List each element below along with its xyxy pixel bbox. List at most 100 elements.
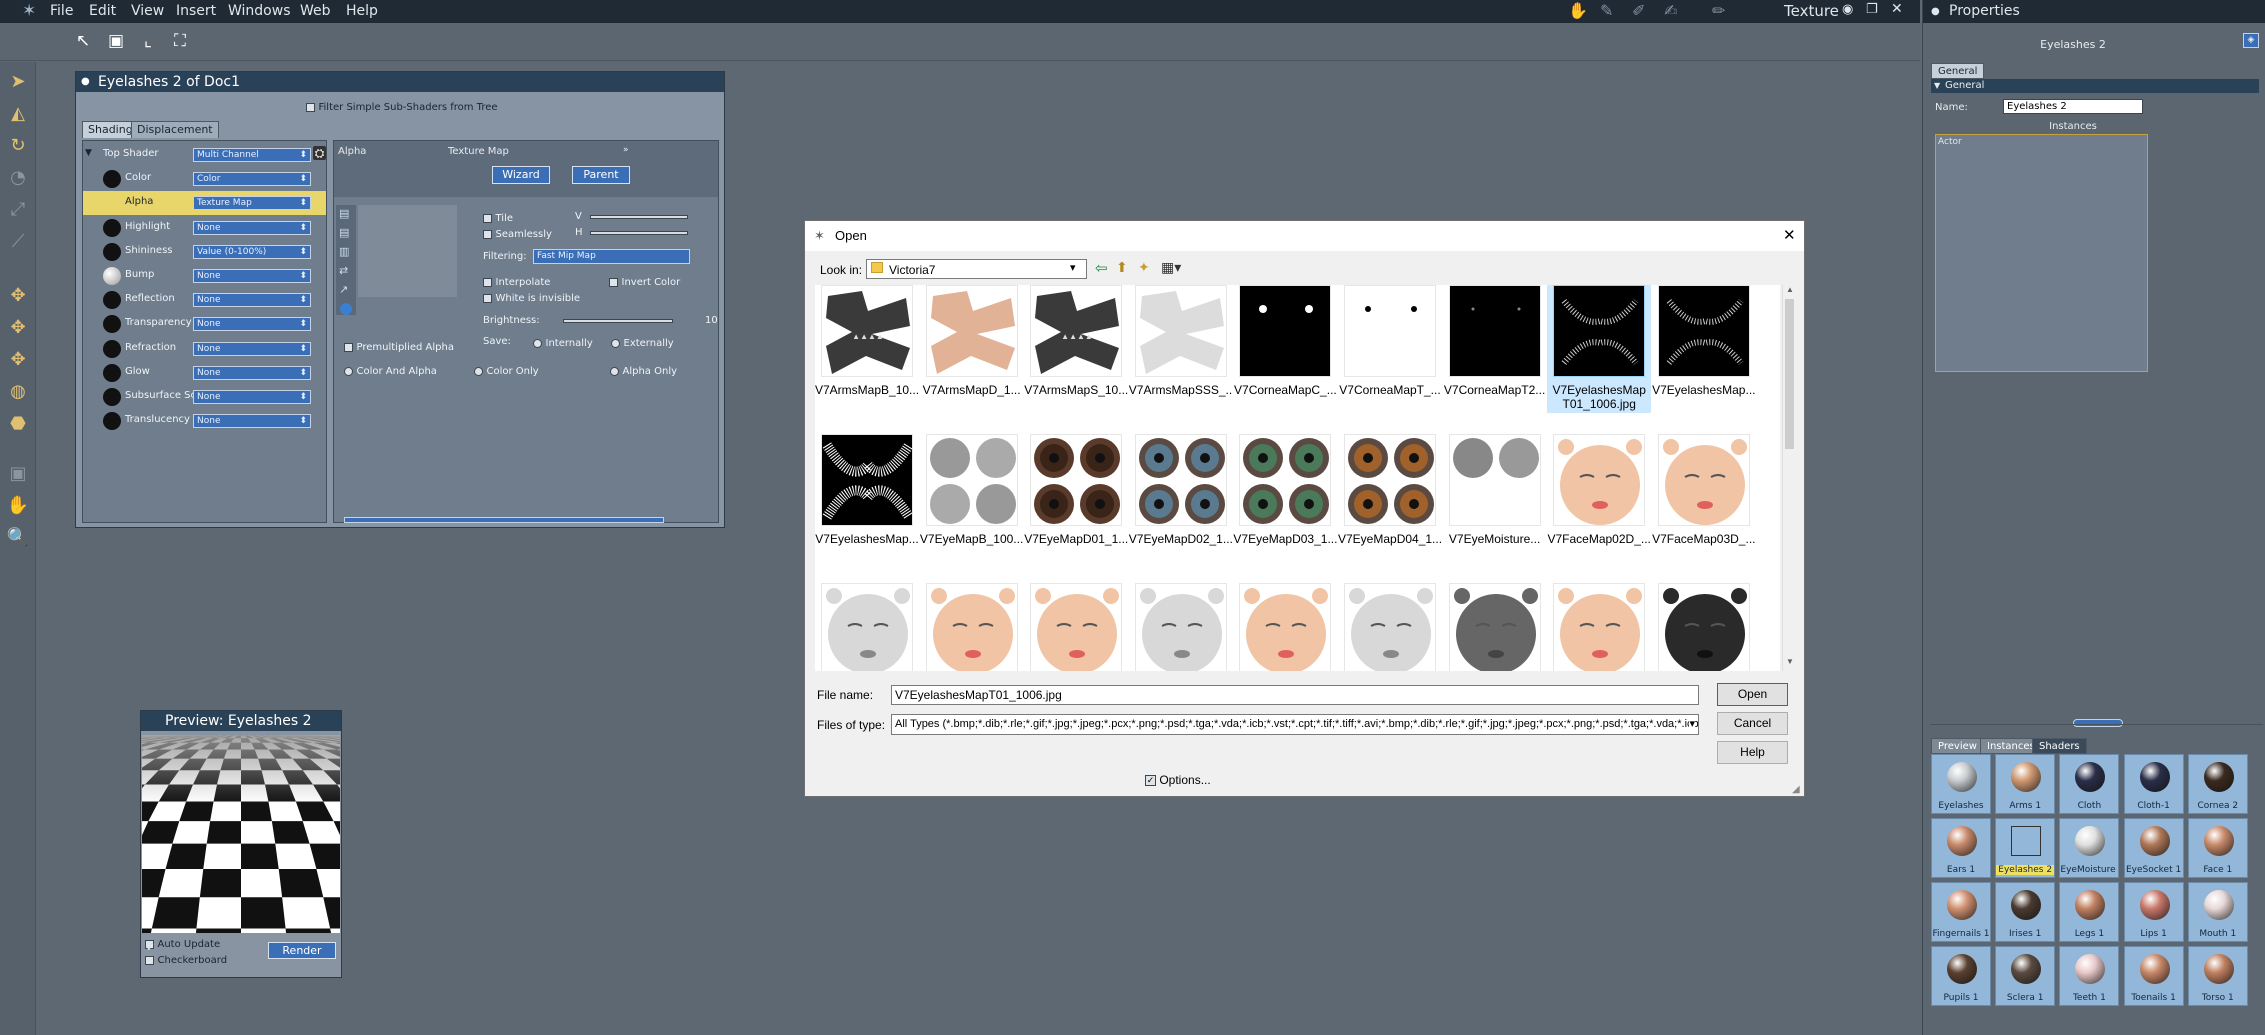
camera-icon[interactable]: ▣ xyxy=(6,462,30,486)
look-in-dropdown[interactable]: Victoria7 ▾ xyxy=(866,259,1087,279)
expand-triangle-icon[interactable]: ▼ xyxy=(85,148,92,158)
channel-dropdown[interactable]: None xyxy=(193,317,311,332)
tab-displacement[interactable]: Displacement xyxy=(131,121,219,138)
wizard-button[interactable]: Wizard xyxy=(492,166,550,184)
scroll-up-icon[interactable]: ▲ xyxy=(1786,285,1794,294)
pan-hand-icon[interactable]: ✋ xyxy=(6,494,30,518)
scroll-down-icon[interactable]: ▼ xyxy=(1786,657,1794,666)
premultiplied-row[interactable]: Premultiplied Alpha xyxy=(344,340,454,353)
file-thumbnail[interactable]: V7EyeMapB_100... xyxy=(920,434,1024,546)
properties-titlebar[interactable]: ● Properties xyxy=(1923,0,2265,23)
file-name-input[interactable]: V7EyelashesMapT01_1006.jpg xyxy=(891,685,1699,705)
room-brush-icon[interactable]: ✍ xyxy=(1664,1,1677,20)
shader-channel-row[interactable]: Translucency None xyxy=(83,409,326,433)
shader-swatch[interactable]: Ears 1 xyxy=(1931,818,1991,878)
file-thumbnail[interactable]: V7FaceMap02D_... xyxy=(1547,434,1651,546)
channel-dropdown[interactable]: None xyxy=(193,220,311,235)
resize-grip-icon[interactable]: ◢ xyxy=(1792,784,1800,795)
interpolate-row[interactable]: Interpolate xyxy=(483,275,550,288)
shader-swatch[interactable]: Sclera 1 xyxy=(1995,946,2056,1006)
swap-map-icon[interactable]: ⇄ xyxy=(339,264,348,277)
file-thumbnail[interactable]: V7EyeMoisture... xyxy=(1443,434,1547,546)
shader-swatch[interactable]: EyeSocket 1 xyxy=(2123,818,2184,878)
filter-checkbox[interactable] xyxy=(306,102,315,112)
file-thumbnail[interactable] xyxy=(1233,583,1337,671)
help-button[interactable]: Help xyxy=(1717,741,1788,764)
channel-dropdown[interactable]: None xyxy=(193,390,311,404)
room-hand-icon[interactable]: ✋ xyxy=(1568,1,1588,20)
file-thumbnail[interactable]: V7EyeMapD01_1... xyxy=(1024,434,1128,546)
shader-swatch[interactable]: Toenails 1 xyxy=(2123,946,2184,1006)
color-and-alpha-radio[interactable]: Color And Alpha xyxy=(344,364,437,377)
collapse-triangle-icon[interactable]: ▼ xyxy=(1934,79,1940,93)
file-thumbnail[interactable] xyxy=(1547,583,1651,671)
menu-web[interactable]: Web xyxy=(300,3,331,19)
menu-view[interactable]: View xyxy=(131,3,164,19)
file-thumbnail[interactable]: V7EyeMapD04_1... xyxy=(1338,434,1442,546)
v-slider[interactable] xyxy=(590,215,688,219)
shader-swatch[interactable]: Lips 1 xyxy=(2123,882,2184,942)
shader-channel-row[interactable]: Transparency None xyxy=(83,312,326,336)
file-thumbnail[interactable] xyxy=(1129,583,1233,671)
parent-button[interactable]: Parent xyxy=(572,166,630,184)
white-invisible-row[interactable]: White is invisible xyxy=(483,291,580,304)
file-thumbnail[interactable]: V7CorneaMapT_... xyxy=(1338,285,1442,397)
menu-file[interactable]: File xyxy=(50,3,73,19)
file-thumbnail[interactable] xyxy=(1338,583,1442,671)
vertical-scrollbar[interactable]: ▲ ▼ xyxy=(1782,285,1796,671)
name-input[interactable]: Eyelashes 2 xyxy=(2003,99,2143,114)
shader-swatch[interactable]: Cloth xyxy=(2059,754,2120,814)
file-thumbnail[interactable]: V7FaceMap03D_... xyxy=(1652,434,1756,546)
shader-swatch[interactable]: Torso 1 xyxy=(2187,946,2248,1006)
externally-radio[interactable]: Externally xyxy=(611,336,674,349)
room-render-icon[interactable]: ✏ xyxy=(1712,1,1725,20)
close-icon[interactable]: ✕ xyxy=(1891,1,1903,17)
channel-dropdown[interactable]: Color xyxy=(193,172,311,187)
type-chevron-down-icon[interactable]: ▾ xyxy=(1689,715,1695,734)
shader-swatch[interactable]: Cornea 2 xyxy=(2187,754,2248,814)
window-dot-icon[interactable]: ● xyxy=(81,72,90,92)
shader-swatch[interactable]: Face 1 xyxy=(2187,818,2248,878)
render-button[interactable]: Render xyxy=(268,942,336,959)
file-thumbnail[interactable]: V7EyeMapD03_1... xyxy=(1233,434,1337,546)
zoom-icon[interactable]: 🔍 xyxy=(6,526,30,550)
shader-channel-row[interactable]: Subsurface Sc None xyxy=(83,385,326,409)
auto-update-row[interactable]: ✓ Auto Update xyxy=(145,937,220,954)
shader-swatch[interactable]: Eyelashes 2 xyxy=(1995,818,2056,878)
dialog-close-icon[interactable]: ✕ xyxy=(1783,221,1796,251)
collapse-chevron-icon[interactable]: » xyxy=(623,145,629,155)
view-menu-icon[interactable]: ▦▾ xyxy=(1161,259,1181,276)
shader-swatch[interactable]: Eyelashes xyxy=(1931,754,1991,814)
shader-channel-row[interactable]: Reflection None xyxy=(83,288,326,312)
file-thumbnail[interactable]: V7EyelashesMapT01_1006.jpg xyxy=(1547,285,1652,413)
channel-dropdown[interactable]: None xyxy=(193,293,311,308)
channel-dropdown[interactable]: Value (0-100%) xyxy=(193,244,311,259)
select-frame-icon[interactable]: ⛶ xyxy=(169,30,191,52)
shader-channel-row[interactable]: Glow None xyxy=(83,361,326,385)
h-slider[interactable] xyxy=(590,231,688,235)
channel-dropdown[interactable]: Texture Map xyxy=(193,196,311,211)
file-thumbnail[interactable] xyxy=(1652,583,1756,671)
rotate-tool-icon[interactable]: ↻ xyxy=(6,134,30,158)
panel-dot-icon[interactable]: ● xyxy=(1931,0,1940,23)
tab-shaders[interactable]: Shaders xyxy=(2032,738,2087,754)
translate-x-icon[interactable]: ✥ xyxy=(6,284,30,308)
file-thumbnail[interactable]: ▲▲▲▲ V7ArmsMapB_10... xyxy=(815,285,919,397)
shader-swatch[interactable]: Legs 1 xyxy=(2059,882,2120,942)
instance-item[interactable]: Actor xyxy=(1938,137,1962,147)
shader-channel-row[interactable]: ▼ Top Shader Multi Channel⛭ xyxy=(83,143,326,167)
select-box-icon[interactable]: ▣ xyxy=(105,30,127,52)
file-thumbnail[interactable] xyxy=(1024,583,1128,671)
tab-general[interactable]: General xyxy=(1931,63,1985,79)
file-thumbnail[interactable] xyxy=(1443,583,1547,671)
room-paint-icon[interactable]: ✐ xyxy=(1632,1,1645,20)
reload-map-icon[interactable]: ▤ xyxy=(339,226,349,239)
checkerboard-row[interactable]: Checkerboard xyxy=(145,953,227,966)
shader-channel-row[interactable]: Bump None xyxy=(83,264,326,288)
shader-channel-row[interactable]: Alpha Texture Map xyxy=(83,191,326,216)
map-color-icon[interactable] xyxy=(340,303,352,315)
scale-tool-icon[interactable]: ⤢ xyxy=(6,198,30,222)
channel-dropdown[interactable]: None xyxy=(193,269,311,283)
channel-dropdown[interactable]: None xyxy=(193,341,311,356)
file-thumbnail[interactable] xyxy=(815,583,919,671)
